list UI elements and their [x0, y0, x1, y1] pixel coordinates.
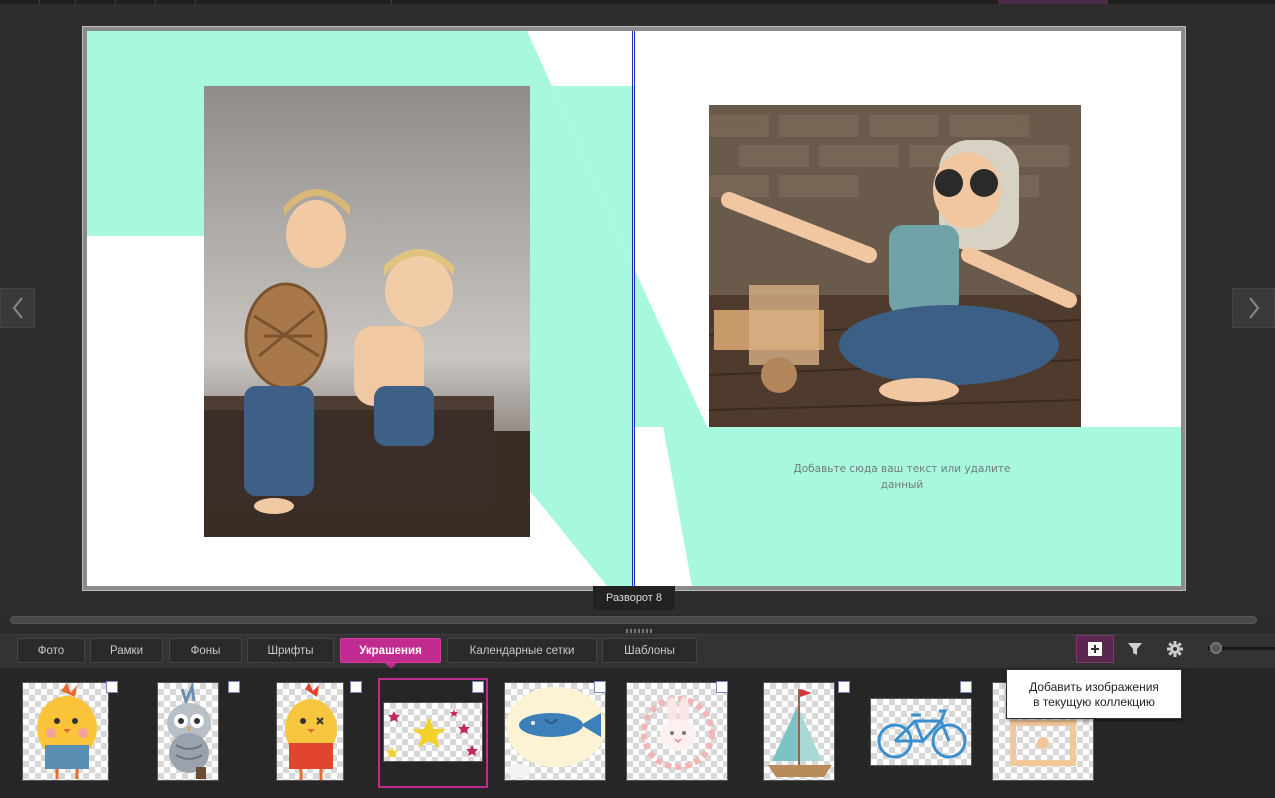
thumbnail-checkbox[interactable]: [716, 681, 728, 693]
tab-label: Шрифты: [267, 644, 314, 657]
filter-button[interactable]: [1116, 635, 1154, 663]
bicycle-sticker: [877, 709, 967, 759]
sailboat-sticker: [768, 689, 832, 777]
tab-backgrounds[interactable]: Фоны: [169, 638, 242, 663]
prev-spread-button[interactable]: [0, 288, 35, 328]
tab-label: Украшения: [359, 644, 422, 657]
next-spread-button[interactable]: [1232, 288, 1275, 328]
thumbnail-checkbox[interactable]: [106, 681, 118, 693]
bunny-wreath-sticker: [641, 696, 715, 770]
chevron-right-icon: [1248, 297, 1259, 319]
yellow-chick-sticker: [37, 683, 97, 779]
page-divider: [632, 31, 635, 586]
thumbnail-sailboat[interactable]: [763, 682, 835, 781]
tab-templates[interactable]: Шаблоны: [602, 638, 697, 663]
tab-label: Рамки: [109, 644, 144, 657]
horizontal-scrollbar[interactable]: [10, 616, 1257, 624]
boy-with-airplane-toy-photo[interactable]: [709, 105, 1081, 427]
add-images-tooltip: Добавить изображения в текущую коллекцию: [1006, 669, 1182, 719]
filter-icon: [1128, 643, 1142, 655]
thumbnail-checkbox[interactable]: [472, 681, 484, 693]
settings-button[interactable]: [1156, 635, 1194, 663]
thumbnail-red-chick[interactable]: [276, 682, 344, 781]
tab-label: Фото: [37, 644, 65, 657]
tab-photo[interactable]: Фото: [17, 638, 85, 663]
owl-sticker: [167, 683, 211, 779]
thumbnail-checkbox[interactable]: [350, 681, 362, 693]
thumbnail-checkbox[interactable]: [838, 681, 850, 693]
stars-sticker: [386, 709, 478, 758]
tab-calendar-grids[interactable]: Календарные сетки: [447, 638, 597, 663]
zoom-slider-knob[interactable]: [1210, 642, 1222, 654]
fish-sticker: [506, 687, 605, 778]
tab-fonts[interactable]: Шрифты: [247, 638, 334, 663]
tab-label: Календарные сетки: [469, 644, 575, 657]
text-placeholder[interactable]: Добавьте сюда ваш текст или удалите данн…: [777, 461, 1027, 493]
resize-grip-icon[interactable]: [626, 629, 652, 633]
thumbnail-stars[interactable]: [383, 702, 483, 762]
panel-tab-bar: Фото Рамки Фоны Шрифты Украшения Календа…: [0, 634, 1275, 669]
tab-label: Шаблоны: [624, 644, 675, 657]
thumbnail-yellow-chick[interactable]: [22, 682, 109, 781]
two-boys-on-suitcase-photo[interactable]: [204, 86, 530, 537]
plus-square-icon: [1088, 642, 1102, 656]
tab-label: Фоны: [190, 644, 221, 657]
thumbnail-owl[interactable]: [157, 682, 219, 781]
spread-frame: Добавьте сюда ваш текст или удалите данн…: [82, 26, 1186, 591]
thumbnail-checkbox[interactable]: [228, 681, 240, 693]
photobook-spread[interactable]: Добавьте сюда ваш текст или удалите данн…: [87, 31, 1181, 586]
thumbnail-bunny-wreath[interactable]: [626, 682, 728, 781]
red-chick-sticker: [285, 683, 337, 780]
tooltip-line: в текущую коллекцию: [1033, 695, 1155, 709]
tab-frames[interactable]: Рамки: [90, 638, 163, 663]
spread-label: Разворот 8: [593, 586, 675, 610]
chevron-left-icon: [12, 297, 23, 319]
thumbnail-checkbox[interactable]: [960, 681, 972, 693]
add-images-button[interactable]: [1076, 635, 1114, 663]
tooltip-line: Добавить изображения: [1029, 680, 1159, 694]
thumbnail-fish[interactable]: [504, 682, 606, 781]
thumbnail-checkbox[interactable]: [594, 681, 606, 693]
gear-icon: [1167, 641, 1183, 657]
tab-decorations[interactable]: Украшения: [340, 638, 441, 669]
thumbnail-bicycle[interactable]: [870, 698, 972, 766]
